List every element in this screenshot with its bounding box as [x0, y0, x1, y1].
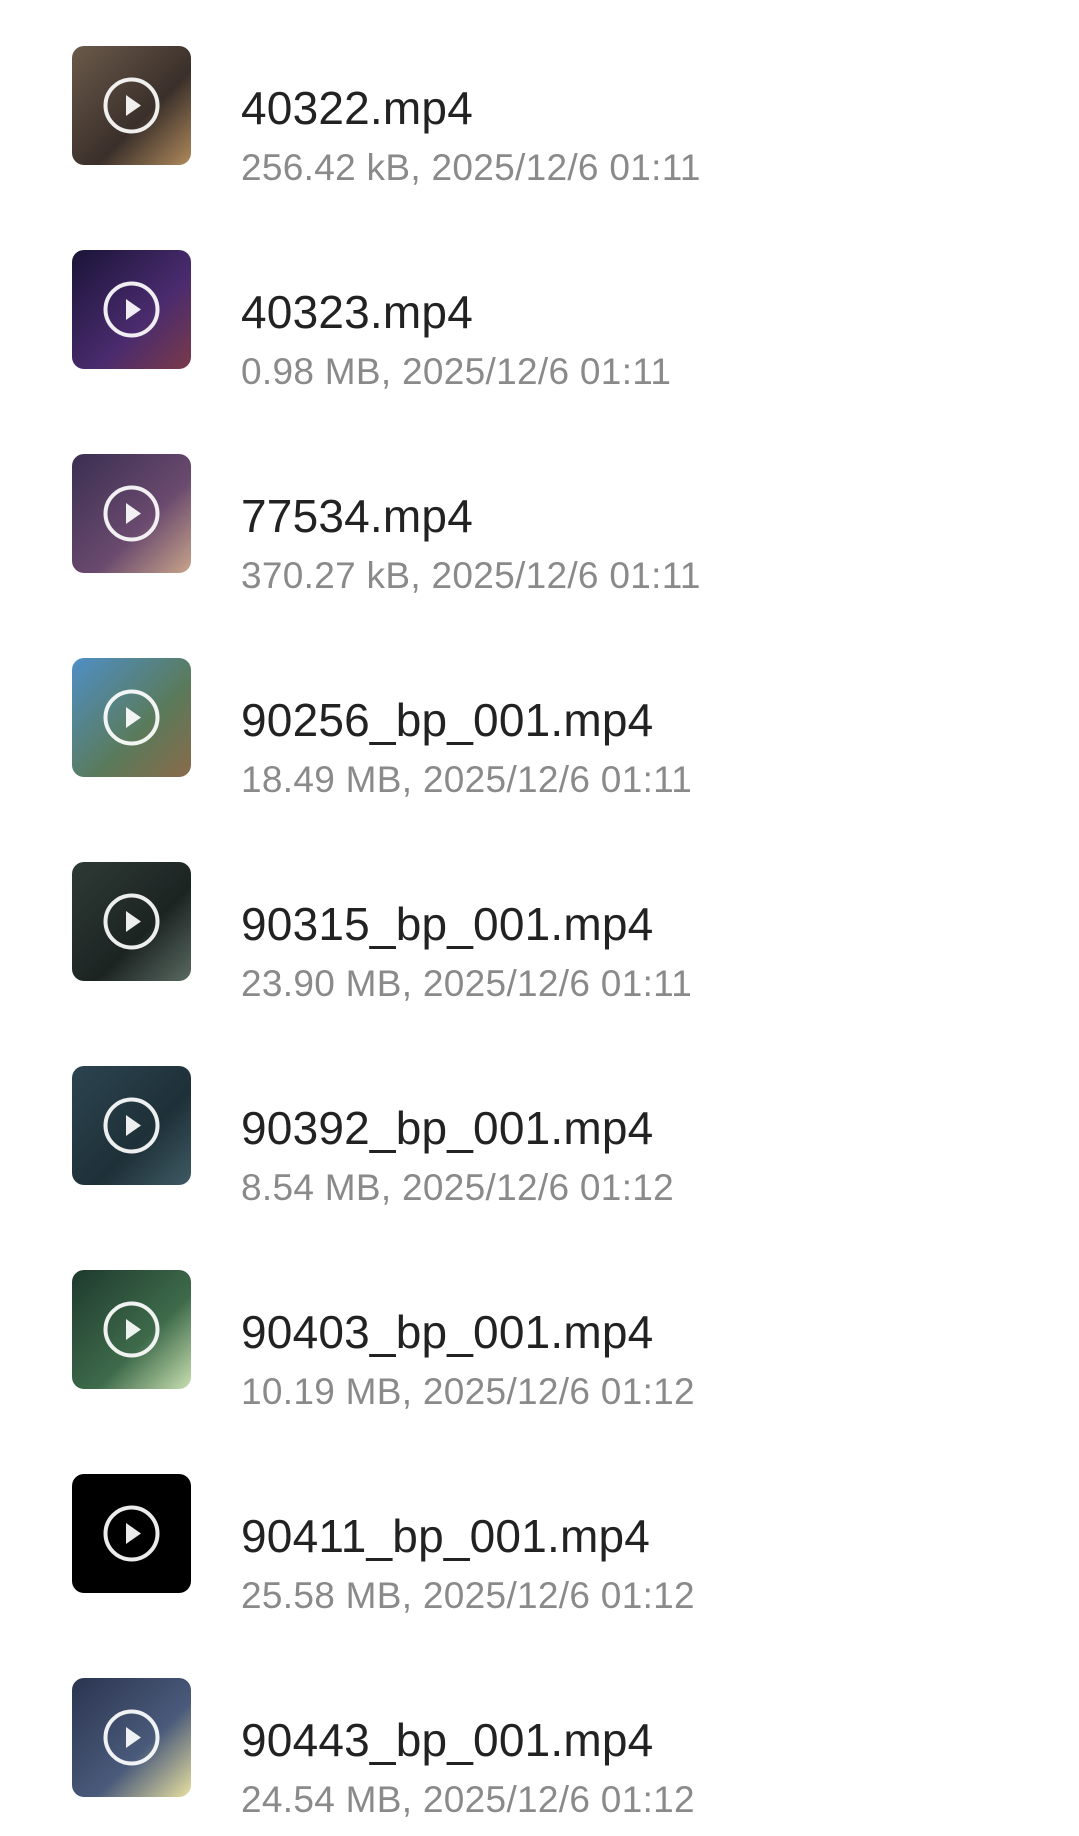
play-icon [103, 1505, 160, 1562]
play-icon [103, 77, 160, 134]
play-icon [103, 1301, 160, 1358]
video-thumbnail[interactable] [72, 1474, 191, 1593]
play-icon [103, 281, 160, 338]
file-list: 40322.mp4 256.42 kB, 2025/12/6 01:11 40323… [0, 0, 1079, 1821]
video-thumbnail[interactable] [72, 250, 191, 369]
file-meta: 256.42 kB, 2025/12/6 01:11 [241, 147, 701, 188]
video-thumbnail[interactable] [72, 1066, 191, 1185]
file-meta: 25.58 MB, 2025/12/6 01:12 [241, 1575, 695, 1616]
video-thumbnail[interactable] [72, 1270, 191, 1389]
play-icon [103, 1097, 160, 1154]
play-icon [103, 485, 160, 542]
video-thumbnail[interactable] [72, 1678, 191, 1797]
file-meta: 10.19 MB, 2025/12/6 01:12 [241, 1371, 695, 1412]
play-icon [103, 1709, 160, 1766]
file-name: 40322.mp4 [241, 82, 473, 134]
file-meta: 23.90 MB, 2025/12/6 01:11 [241, 963, 693, 1004]
file-list-item[interactable]: 40322.mp4 256.42 kB, 2025/12/6 01:11 [0, 0, 1079, 204]
file-name: 90256_bp_001.mp4 [241, 694, 654, 746]
file-list-item[interactable]: 90443_bp_001.mp4 24.54 MB, 2025/12/6 01:1… [0, 1632, 1079, 1836]
file-name: 90403_bp_001.mp4 [241, 1306, 654, 1358]
file-list-item[interactable]: 90315_bp_001.mp4 23.90 MB, 2025/12/6 01:1… [0, 816, 1079, 1020]
video-thumbnail[interactable] [72, 454, 191, 573]
file-list-item[interactable]: 90256_bp_001.mp4 18.49 MB, 2025/12/6 01:1… [0, 612, 1079, 816]
file-meta: 8.54 MB, 2025/12/6 01:12 [241, 1167, 675, 1208]
file-list-item[interactable]: 90392_bp_001.mp4 8.54 MB, 2025/12/6 01:12 [0, 1020, 1079, 1224]
file-name: 90315_bp_001.mp4 [241, 898, 654, 950]
file-meta: 18.49 MB, 2025/12/6 01:11 [241, 759, 693, 800]
file-meta: 24.54 MB, 2025/12/6 01:12 [241, 1779, 695, 1820]
file-meta: 370.27 kB, 2025/12/6 01:11 [241, 555, 701, 596]
file-meta: 0.98 MB, 2025/12/6 01:11 [241, 351, 672, 392]
play-icon [103, 893, 160, 950]
file-list-item[interactable]: 77534.mp4 370.27 kB, 2025/12/6 01:11 [0, 408, 1079, 612]
file-name: 90443_bp_001.mp4 [241, 1714, 654, 1766]
file-list-item[interactable]: 90403_bp_001.mp4 10.19 MB, 2025/12/6 01:1… [0, 1224, 1079, 1428]
play-icon [103, 689, 160, 746]
file-name: 77534.mp4 [241, 490, 473, 542]
file-name: 40323.mp4 [241, 286, 473, 338]
video-thumbnail[interactable] [72, 658, 191, 777]
file-name: 90411_bp_001.mp4 [241, 1510, 651, 1562]
video-thumbnail[interactable] [72, 862, 191, 981]
file-list-item[interactable]: 40323.mp4 0.98 MB, 2025/12/6 01:11 [0, 204, 1079, 408]
file-name: 90392_bp_001.mp4 [241, 1102, 654, 1154]
video-thumbnail[interactable] [72, 46, 191, 165]
file-list-item[interactable]: 90411_bp_001.mp4 25.58 MB, 2025/12/6 01:1… [0, 1428, 1079, 1632]
